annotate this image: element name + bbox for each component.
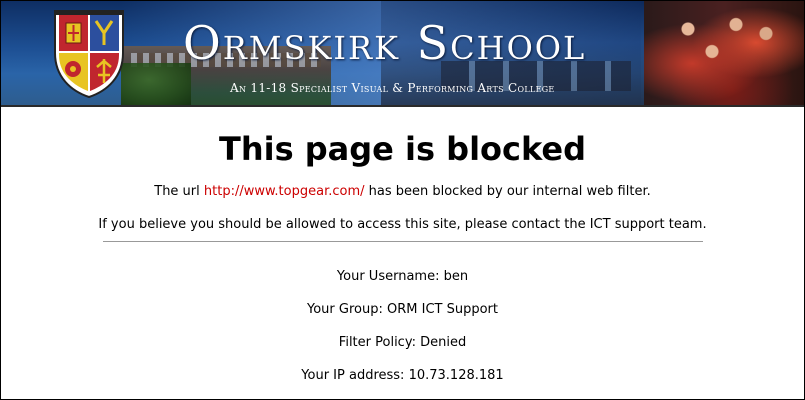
banner-performers-photo [644,1,804,105]
blocked-url-message: The url http://www.topgear.com/ has been… [1,183,804,201]
school-tagline: An 11-18 Specialist Visual & Performing … [230,81,555,95]
group-info: Your Group: ORM ICT Support [307,302,498,317]
blocked-url-suffix: has been blocked by our internal web fil… [364,184,651,199]
blocked-url-prefix: The url [154,184,204,199]
school-crest-icon [54,10,124,99]
ip-address-info: Your IP address: 10.73.128.181 [301,368,504,383]
school-name: Ormskirk School [183,16,587,70]
blocked-url-link[interactable]: http://www.topgear.com/ [204,184,365,199]
contact-support-message: If you believe you should be allowed to … [98,217,707,232]
username-info: Your Username: ben [336,269,469,284]
page-title: This page is blocked [218,130,587,168]
divider [102,241,703,242]
page-frame: Ormskirk School An 11-18 Specialist Visu… [0,0,805,400]
blocked-page-content: This page is blocked The url http://www.… [1,107,804,385]
banner-trees-photo [121,63,191,105]
school-banner: Ormskirk School An 11-18 Specialist Visu… [1,1,804,107]
filter-policy-info: Filter Policy: Denied [338,335,467,350]
